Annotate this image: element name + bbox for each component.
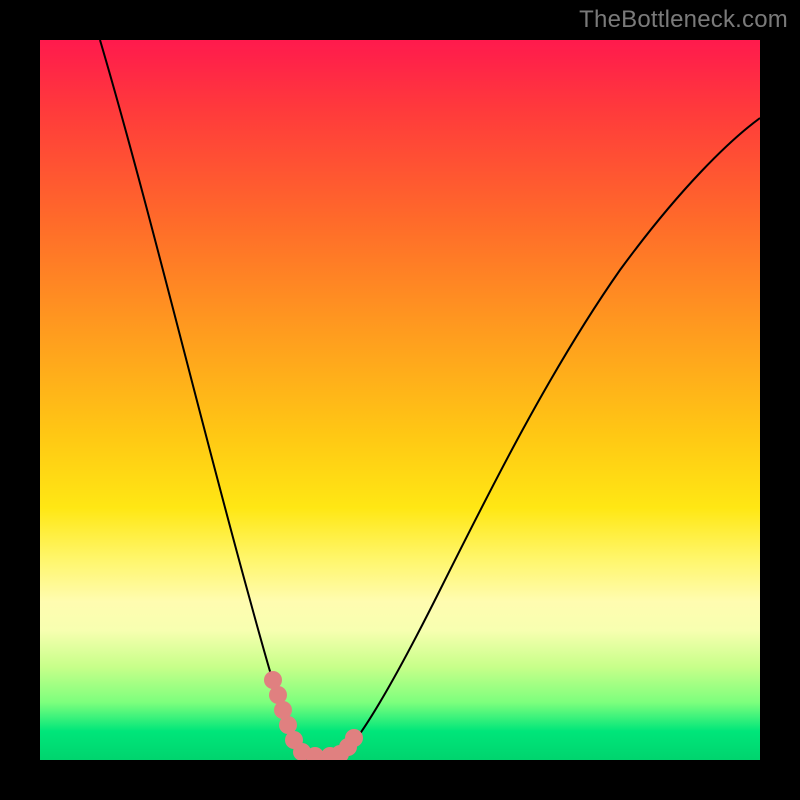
chart-frame: TheBottleneck.com [0,0,800,800]
curve-layer [40,40,760,760]
optimal-region-markers [264,671,363,760]
watermark-text: TheBottleneck.com [579,6,788,34]
bottleneck-curve-right [340,118,760,758]
plot-area [40,40,760,760]
bottleneck-curve-left [100,40,302,758]
